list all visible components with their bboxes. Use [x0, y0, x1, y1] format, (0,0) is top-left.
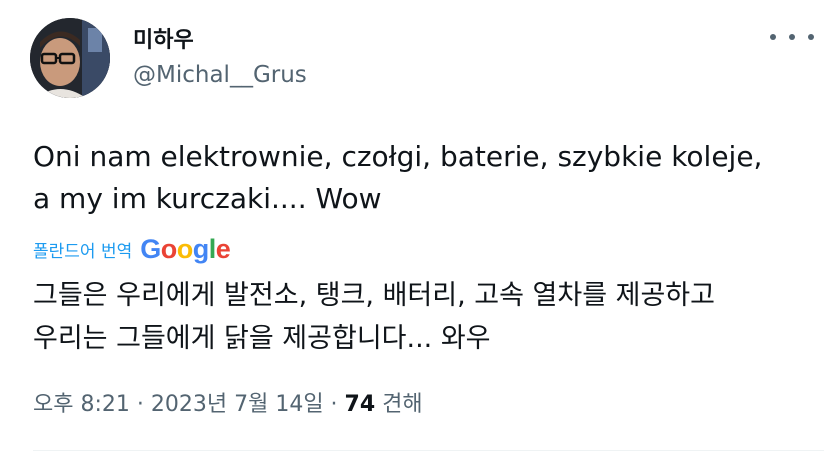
translation-row: 폴란드어 번역 Google: [33, 231, 231, 267]
tweet-text-line: Oni nam elektrownie, czołgi, baterie, sz…: [33, 140, 763, 173]
meta-separator: ·: [129, 392, 151, 417]
google-logo-letter: G: [140, 233, 161, 264]
more-horizontal-icon-dot: [789, 34, 795, 40]
google-logo-letter: o: [160, 233, 178, 264]
translated-text-line: 그들은 우리에게 발전소, 탱크, 배터리, 고속 열차를 제공하고: [33, 280, 715, 311]
tweet-text-line: a my im kurczaki.... Wow: [33, 182, 382, 215]
tweet-date[interactable]: 2023년 7월 14일: [151, 392, 324, 417]
views-count: 74: [344, 392, 376, 417]
divider: [33, 450, 824, 451]
meta-separator: ·: [323, 392, 345, 417]
author-display-name[interactable]: 미하우: [133, 22, 194, 54]
google-logo-letter: o: [176, 233, 194, 264]
views-label: 견해: [375, 392, 423, 417]
translated-text-line: 우리는 그들에게 닭을 제공합니다... 와우: [33, 323, 491, 354]
google-logo-letter: l: [208, 233, 217, 264]
translation-label[interactable]: 폴란드어 번역: [33, 237, 132, 262]
tweet-time[interactable]: 오후 8:21: [33, 392, 130, 417]
more-horizontal-icon-dot: [808, 34, 814, 40]
tweet-meta: 오후 8:21 · 2023년 7월 14일 · 74 견해: [33, 386, 423, 418]
avatar-photo: [30, 18, 110, 98]
google-logo-letter: g: [192, 233, 210, 264]
avatar[interactable]: [30, 18, 110, 98]
more-horizontal-icon: [770, 34, 776, 40]
google-logo: Google: [140, 233, 231, 265]
google-logo-letter: e: [215, 233, 231, 264]
translated-text: 그들은 우리에게 발전소, 탱크, 배터리, 고속 열차를 제공하고 우리는 그…: [33, 274, 823, 360]
author-handle[interactable]: @Michal__Grus: [133, 62, 307, 88]
tweet-text: Oni nam elektrownie, czołgi, baterie, sz…: [33, 136, 823, 220]
more-options-button[interactable]: [770, 22, 814, 52]
